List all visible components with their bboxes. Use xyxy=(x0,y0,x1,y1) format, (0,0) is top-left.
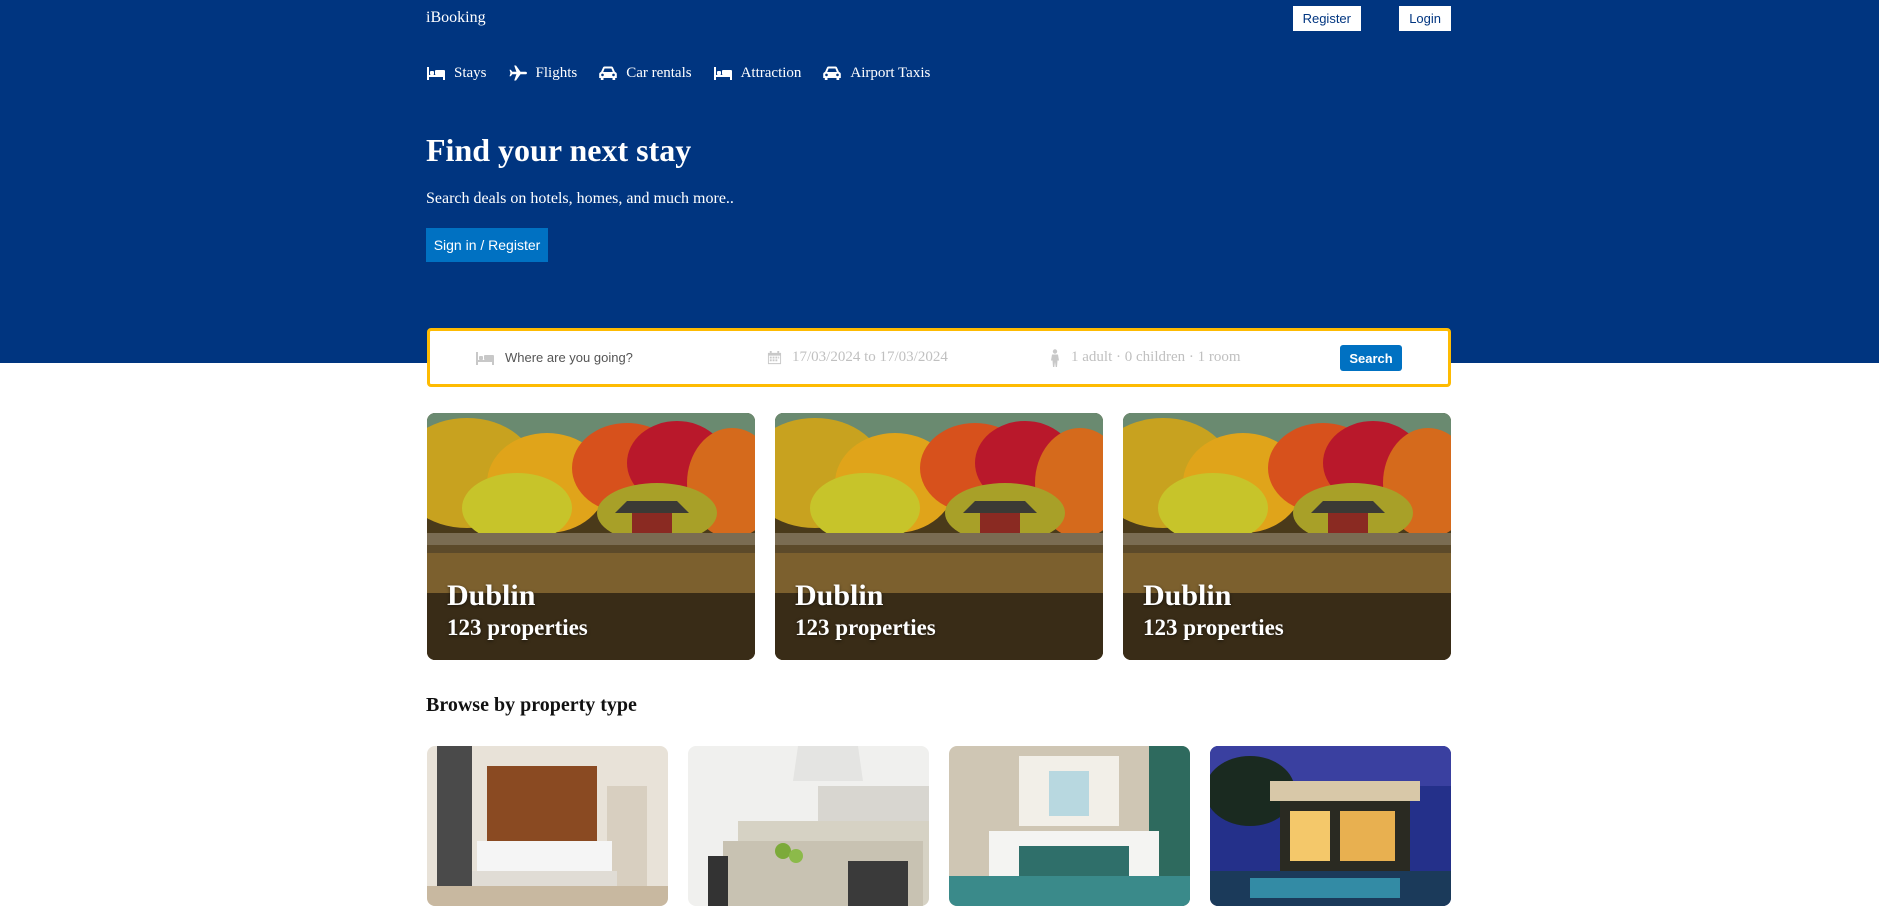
taxi-icon xyxy=(822,65,842,81)
property-type-list xyxy=(427,746,1451,906)
plane-icon xyxy=(508,65,528,81)
featured-city-name: Dublin xyxy=(447,579,536,612)
date-range-text[interactable]: 17/03/2024 to 17/03/2024 xyxy=(792,349,948,366)
resort-image xyxy=(949,746,1190,906)
nav-item-flights[interactable]: Flights xyxy=(508,64,578,82)
featured-property-count: 123 properties xyxy=(447,615,588,640)
hero-header: iBooking Register Login Stays Flights Ca… xyxy=(0,0,1879,363)
login-button[interactable]: Login xyxy=(1399,6,1451,31)
featured-city-name: Dublin xyxy=(795,579,884,612)
featured-property-count: 123 properties xyxy=(1143,615,1284,640)
nav-label: Airport Taxis xyxy=(850,64,931,81)
person-icon xyxy=(1049,349,1061,367)
page-title: Find your next stay xyxy=(426,132,692,168)
page-subtitle: Search deals on hotels, homes, and much … xyxy=(426,190,734,207)
featured-card[interactable]: Dublin 123 properties xyxy=(1123,413,1451,660)
sign-in-register-button[interactable]: Sign in / Register xyxy=(426,228,548,262)
property-type-card[interactable] xyxy=(949,746,1190,906)
guests-field[interactable]: 1 adult · 0 children · 1 room xyxy=(1049,331,1241,384)
search-bar: 17/03/2024 to 17/03/2024 1 adult · 0 chi… xyxy=(427,328,1451,387)
featured-card[interactable]: Dublin 123 properties xyxy=(427,413,755,660)
nav-label: Attraction xyxy=(740,64,802,81)
nav-item-car-rentals[interactable]: Car rentals xyxy=(598,64,692,82)
nav-item-attraction[interactable]: Attraction xyxy=(713,64,802,82)
guests-text[interactable]: 1 adult · 0 children · 1 room xyxy=(1071,349,1241,366)
nav-item-airport-taxis[interactable]: Airport Taxis xyxy=(822,65,930,82)
bed-icon xyxy=(475,350,495,366)
property-type-card[interactable] xyxy=(688,746,929,906)
nav-item-stays[interactable]: Stays xyxy=(426,65,487,82)
nav-label: Car rentals xyxy=(626,64,692,81)
search-button[interactable]: Search xyxy=(1340,345,1402,371)
nav-bar: Stays Flights Car rentals Attraction Air… xyxy=(426,60,1451,86)
property-type-card[interactable] xyxy=(1210,746,1451,906)
featured-card[interactable]: Dublin 123 properties xyxy=(775,413,1103,660)
top-bar: iBooking Register Login xyxy=(426,0,1451,36)
destination-input[interactable] xyxy=(505,350,695,365)
featured-cities: Dublin 123 properties Dublin 123 propert… xyxy=(427,413,1451,660)
featured-property-count: 123 properties xyxy=(795,615,936,640)
date-field[interactable]: 17/03/2024 to 17/03/2024 xyxy=(767,331,948,384)
register-button[interactable]: Register xyxy=(1292,6,1361,31)
logo[interactable]: iBooking xyxy=(426,9,486,27)
property-type-card[interactable] xyxy=(427,746,668,906)
car-icon xyxy=(598,65,618,81)
villa-image xyxy=(1210,746,1451,906)
nav-label: Stays xyxy=(454,64,487,81)
destination-field[interactable] xyxy=(475,331,695,384)
nav-label: Flights xyxy=(535,64,578,81)
property-type-title: Browse by property type xyxy=(426,694,637,716)
featured-city-name: Dublin xyxy=(1143,579,1232,612)
bed-icon xyxy=(713,65,733,81)
calendar-icon xyxy=(767,350,782,365)
apartment-image xyxy=(688,746,929,906)
bedroom-image xyxy=(427,746,668,906)
bed-icon xyxy=(426,65,446,81)
